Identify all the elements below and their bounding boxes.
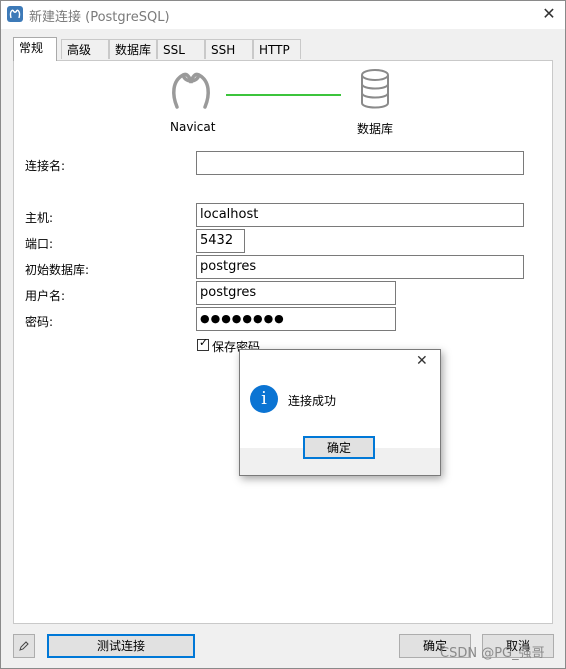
host-input[interactable]: localhost: [196, 203, 524, 227]
tab-ssl[interactable]: SSL: [157, 39, 205, 59]
port-label: 端口:: [25, 237, 54, 251]
password-input[interactable]: ●●●●●●●●: [196, 307, 396, 331]
navicat-app-icon: [7, 6, 23, 22]
checkmark-icon: ✓: [199, 336, 209, 349]
connection-name-label: 连接名:: [25, 159, 66, 173]
initial-database-input[interactable]: postgres: [196, 255, 524, 279]
edit-icon-button[interactable]: [13, 634, 35, 658]
connection-name-input[interactable]: [196, 151, 524, 175]
title-bar: 新建连接 (PostgreSQL) ✕: [1, 1, 565, 29]
window-title: 新建连接 (PostgreSQL): [29, 10, 170, 25]
close-window-icon[interactable]: ✕: [539, 4, 559, 24]
dialog-close-icon[interactable]: ✕: [416, 353, 428, 369]
tab-general[interactable]: 常规: [13, 37, 57, 61]
navicat-logo-icon: [172, 72, 210, 109]
navicat-label: Navicat: [170, 120, 216, 134]
test-connection-button[interactable]: 测试连接: [47, 634, 195, 658]
username-label: 用户名:: [25, 289, 66, 303]
info-icon: i: [250, 385, 278, 413]
watermark-text: CSDN @PG_强哥: [440, 646, 545, 661]
connection-line: [226, 94, 341, 96]
general-panel: Navicat 数据库 连接名: 主机: localhost 端口: 5432 …: [13, 60, 553, 624]
database-icon: [361, 69, 389, 109]
tab-http[interactable]: HTTP: [253, 39, 301, 59]
connection-window: 新建连接 (PostgreSQL) ✕ 常规 高级 数据库 SSL SSH HT…: [0, 0, 566, 669]
tab-ssh[interactable]: SSH: [205, 39, 253, 59]
port-input[interactable]: 5432: [196, 229, 245, 253]
dialog-ok-button[interactable]: 确定: [303, 436, 375, 459]
dialog-message: 连接成功: [288, 394, 337, 408]
tab-advanced[interactable]: 高级: [61, 39, 109, 59]
initial-database-label: 初始数据库:: [25, 263, 90, 277]
password-label: 密码:: [25, 315, 54, 329]
username-input[interactable]: postgres: [196, 281, 396, 305]
connection-success-dialog: ✕ i 连接成功 确定: [239, 349, 441, 476]
database-label: 数据库: [357, 122, 394, 136]
pencil-icon: [19, 641, 29, 651]
tab-database[interactable]: 数据库: [109, 39, 157, 59]
host-label: 主机:: [25, 211, 54, 225]
save-password-checkbox[interactable]: ✓: [197, 336, 209, 351]
